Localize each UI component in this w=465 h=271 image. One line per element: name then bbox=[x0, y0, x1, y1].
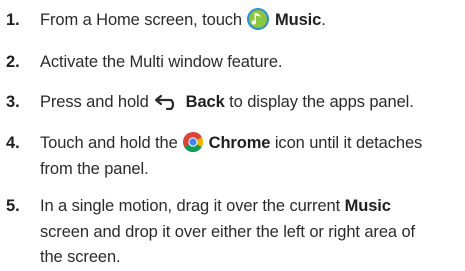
step-text-before: Press and hold bbox=[40, 93, 149, 111]
step-text: Press and hold Back to display the apps … bbox=[40, 90, 461, 116]
step-text: In a single motion, drag it over the cur… bbox=[40, 194, 461, 271]
step-number: 2. bbox=[6, 53, 20, 71]
music-icon bbox=[246, 7, 270, 31]
step-1: 1. From a Home screen, touch Music. bbox=[6, 7, 461, 34]
step-text-before: Touch and hold the bbox=[40, 134, 178, 152]
step-number: 4. bbox=[6, 134, 20, 152]
step-text-after: . bbox=[321, 11, 326, 29]
music-label: Music bbox=[344, 197, 391, 215]
step-text: Activate the Multi window feature. bbox=[40, 53, 283, 71]
step-5: 5. In a single motion, drag it over the … bbox=[6, 194, 461, 271]
step-text: Touch and hold the Chrome icon until it … bbox=[40, 131, 461, 182]
back-icon bbox=[153, 92, 181, 110]
step-4: 4. Touch and hold the Chrome icon until … bbox=[6, 131, 461, 182]
step-text-after: icon until it detaches bbox=[274, 134, 423, 152]
step-2: 2. Activate the Multi window feature. bbox=[6, 50, 461, 76]
step-number: 3. bbox=[6, 93, 20, 111]
step-text-before: In a single motion, drag it over the cur… bbox=[40, 197, 341, 215]
chrome-icon bbox=[182, 131, 204, 153]
step-text: From a Home screen, touch Music. bbox=[40, 7, 461, 34]
step-number: 5. bbox=[6, 197, 20, 215]
step-text-after: to display the apps panel. bbox=[229, 93, 414, 111]
step-text-line2: from the panel. bbox=[40, 159, 149, 178]
step-text-before: From a Home screen, touch bbox=[40, 11, 242, 29]
step-number: 1. bbox=[6, 11, 20, 29]
step-text-line3: the screen. bbox=[40, 248, 121, 266]
back-label: Back bbox=[185, 93, 225, 111]
step-3: 3. Press and hold Back to display the ap… bbox=[6, 90, 461, 116]
step-text-line2: screen and drop it over either the left … bbox=[40, 222, 416, 241]
music-label: Music bbox=[274, 11, 322, 29]
chrome-label: Chrome bbox=[208, 134, 271, 152]
